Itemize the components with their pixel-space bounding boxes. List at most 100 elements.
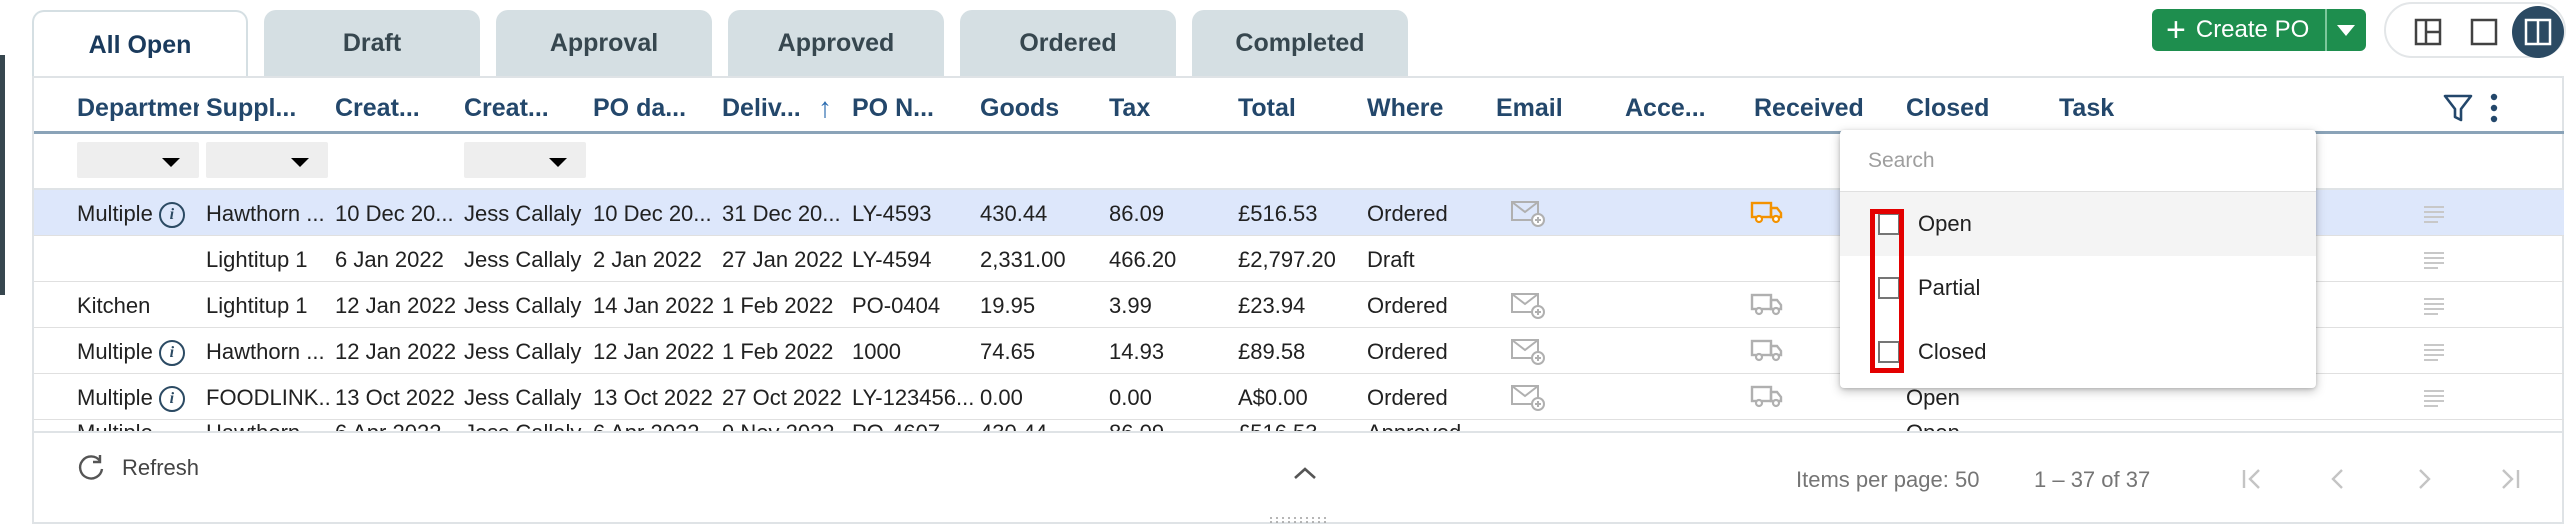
grid-header-row: Departmen Suppl... Creat... Creat... PO …: [34, 76, 2564, 134]
cell-supplier: Lightitup 1: [206, 293, 308, 318]
filter-search-input[interactable]: Search: [1840, 130, 2316, 192]
cell-tax: 86.09: [1109, 201, 1165, 226]
column-header-department[interactable]: Departmen: [77, 94, 199, 123]
cell-tax: 0.00: [1109, 385, 1152, 410]
department-filter-select[interactable]: [77, 142, 199, 178]
filter-option-partial[interactable]: Partial: [1840, 256, 2316, 320]
truck-icon[interactable]: [1750, 336, 1784, 369]
cell-total: £516.53: [1238, 201, 1318, 226]
resize-grip-icon[interactable]: [1268, 516, 1326, 524]
info-icon[interactable]: i: [158, 386, 185, 413]
cell-delivery: 27 Jan 2022: [722, 247, 844, 272]
column-header-closed[interactable]: Closed: [1906, 94, 2032, 123]
first-page-icon[interactable]: [2234, 461, 2270, 497]
column-header-goods[interactable]: Goods: [980, 94, 1106, 123]
column-header-tax[interactable]: Tax: [1109, 94, 1235, 123]
notes-icon[interactable]: [2422, 296, 2446, 321]
truck-icon[interactable]: [1750, 198, 1784, 231]
truck-icon[interactable]: [1750, 290, 1784, 323]
chevron-up-icon[interactable]: [1292, 465, 1318, 486]
previous-page-icon[interactable]: [2320, 461, 2356, 497]
notes-icon[interactable]: [2422, 342, 2446, 367]
refresh-icon: [78, 455, 104, 480]
notes-icon[interactable]: [2422, 204, 2446, 229]
cell-where: Ordered: [1367, 385, 1448, 410]
column-header-delivery[interactable]: Deliv...: [722, 94, 832, 123]
cell-created-by: Jess Callaly: [464, 420, 590, 431]
cell-supplier: Hawthorn ...: [206, 339, 325, 364]
cell-po-date: 10 Dec 20...: [593, 201, 712, 226]
email-icon[interactable]: [1510, 198, 1546, 233]
cell-created-by: Jess Callaly: [464, 385, 582, 410]
tab-draft[interactable]: Draft: [264, 10, 480, 76]
last-page-icon[interactable]: [2492, 461, 2528, 497]
cell-po-number: LY-4593: [852, 201, 932, 226]
single-layout-icon[interactable]: [2466, 14, 2502, 50]
supplier-filter-select[interactable]: [206, 142, 328, 178]
split-layout-icon[interactable]: [2410, 14, 2446, 50]
column-header-total[interactable]: Total: [1238, 94, 1364, 123]
email-icon[interactable]: [1510, 290, 1546, 325]
cell-goods: 74.65: [980, 339, 1036, 364]
cell-goods: 0.00: [980, 385, 1023, 410]
notes-icon[interactable]: [2422, 250, 2446, 275]
cell-goods: 19.95: [980, 293, 1036, 318]
column-header-email[interactable]: Email: [1496, 94, 1622, 123]
email-icon[interactable]: [1510, 336, 1546, 371]
column-header-received[interactable]: Received: [1754, 94, 1880, 123]
cell-closed: Open: [1906, 420, 1960, 431]
items-per-page[interactable]: Items per page: 50: [1796, 467, 1979, 493]
cell-supplier: Hawthorn ...: [206, 201, 325, 226]
grid-footer: Refresh Items per page: 50 1 – 37 of 37: [34, 431, 2564, 521]
cell-created: 13 Oct 2022: [335, 385, 455, 410]
filter-option-label: Closed: [1918, 339, 1987, 364]
cell-supplier: Hawthorn ...: [206, 420, 330, 431]
side-panel-layout-icon[interactable]: [2512, 6, 2564, 58]
page-range: 1 – 37 of 37: [2034, 467, 2151, 492]
column-header-created-by[interactable]: Creat...: [464, 94, 590, 123]
cell-po-number: LY-4594: [852, 247, 932, 272]
cell-supplier: Lightitup 1: [206, 247, 308, 272]
table-row[interactable]: Multiple Hawthorn ... 6 Apr 2022 Jess Ca…: [34, 420, 2564, 431]
cell-tax: 3.99: [1109, 293, 1152, 318]
filter-option-label: Open: [1918, 211, 1972, 236]
cell-created-by: Jess Callaly: [464, 201, 582, 226]
cell-delivery: 1 Feb 2022: [722, 293, 834, 318]
cell-tax: 14.93: [1109, 339, 1165, 364]
column-header-task[interactable]: Task: [2059, 94, 2185, 123]
caret-down-icon: [162, 158, 180, 167]
create-po-menu-button[interactable]: [2325, 9, 2365, 51]
cell-created-by: Jess Callaly: [464, 339, 582, 364]
cell-po-date: 12 Jan 2022: [593, 339, 715, 364]
info-icon[interactable]: i: [158, 202, 185, 229]
more-options-icon[interactable]: [2486, 92, 2502, 129]
filter-icon[interactable]: [2442, 92, 2474, 129]
notes-icon[interactable]: [2422, 388, 2446, 413]
email-icon[interactable]: [1510, 382, 1546, 417]
cell-po-date: 13 Oct 2022: [593, 385, 713, 410]
tab-all-open[interactable]: All Open: [32, 10, 248, 78]
column-header-where[interactable]: Where: [1367, 94, 1493, 123]
cell-po-number: PO-4607: [852, 420, 978, 431]
cell-department: Multiple i: [77, 339, 185, 367]
tab-approved[interactable]: Approved: [728, 10, 944, 76]
sort-ascending-icon[interactable]: ↑: [818, 92, 832, 124]
filter-option-closed[interactable]: Closed: [1840, 320, 2316, 384]
column-header-po-date[interactable]: PO da...: [593, 94, 719, 123]
column-header-accepted[interactable]: Acce...: [1625, 94, 1751, 123]
refresh-button[interactable]: Refresh: [76, 453, 199, 483]
created-by-filter-select[interactable]: [464, 142, 586, 178]
column-header-created[interactable]: Creat...: [335, 94, 461, 123]
cell-created: 12 Jan 2022: [335, 293, 457, 318]
column-header-supplier[interactable]: Suppl...: [206, 94, 332, 123]
tab-ordered[interactable]: Ordered: [960, 10, 1176, 76]
tab-approval[interactable]: Approval: [496, 10, 712, 76]
filter-option-open[interactable]: Open: [1840, 192, 2316, 256]
cell-total: A$0.00: [1238, 385, 1308, 410]
truck-icon[interactable]: [1750, 382, 1784, 415]
tab-completed[interactable]: Completed: [1192, 10, 1408, 76]
info-icon[interactable]: i: [158, 340, 185, 367]
cell-department: Multiple: [77, 420, 153, 431]
column-header-po-number[interactable]: PO N...: [852, 94, 978, 123]
next-page-icon[interactable]: [2406, 461, 2442, 497]
